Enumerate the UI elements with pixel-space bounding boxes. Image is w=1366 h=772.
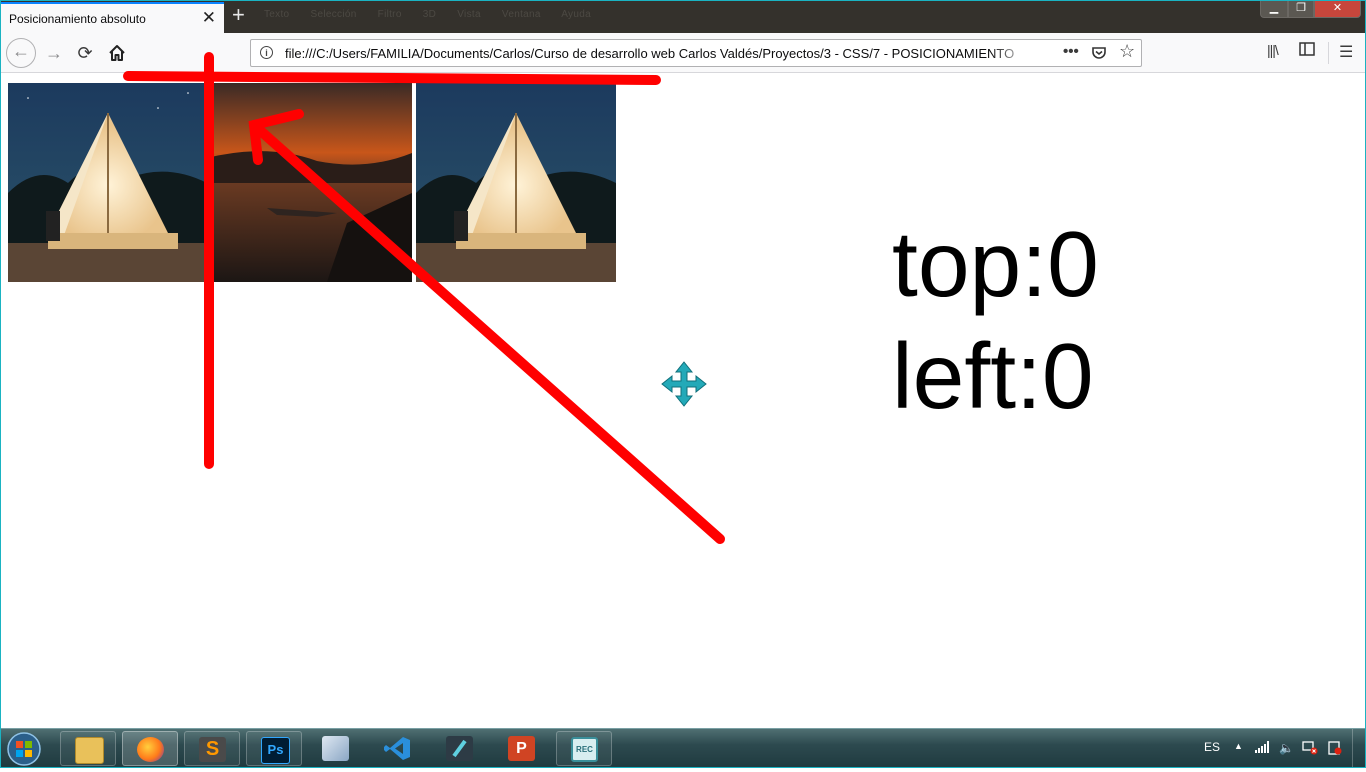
filmora-icon bbox=[446, 736, 473, 761]
taskbar-filmora[interactable] bbox=[432, 731, 488, 766]
library-icon[interactable]: |||\ bbox=[1267, 42, 1279, 58]
star-icon[interactable]: ☆ bbox=[1119, 41, 1135, 62]
menu-item: Vista bbox=[457, 9, 481, 20]
taskbar-file-explorer[interactable] bbox=[60, 731, 116, 766]
new-tab-icon[interactable]: + bbox=[232, 3, 245, 27]
network-error-icon[interactable] bbox=[1302, 741, 1318, 758]
close-window-button[interactable]: ✕ bbox=[1314, 0, 1361, 18]
menu-item: Filtro bbox=[377, 9, 402, 20]
background-app-menu: Texto Selección Filtro 3D Vista Ventana … bbox=[264, 9, 609, 20]
powerpoint-icon: P bbox=[508, 736, 535, 761]
close-tab-icon[interactable]: ✕ bbox=[202, 9, 216, 26]
sublime-icon: S bbox=[199, 737, 226, 762]
tab-strip: Posicionamiento absoluto ✕ + Texto Selec… bbox=[0, 0, 1366, 33]
hamburger-icon[interactable]: ☰ bbox=[1339, 42, 1353, 62]
menu-item: 3D bbox=[422, 9, 437, 20]
info-icon[interactable]: i bbox=[260, 46, 273, 59]
home-icon[interactable] bbox=[103, 39, 131, 67]
show-hidden-icons-icon[interactable]: ▲ bbox=[1234, 741, 1243, 751]
menu-item: Ventana bbox=[501, 9, 541, 20]
move-cursor-icon bbox=[660, 360, 708, 413]
vscode-icon bbox=[384, 736, 411, 761]
tent-photo bbox=[8, 83, 207, 282]
signal-icon[interactable] bbox=[1255, 741, 1269, 756]
reload-icon[interactable]: ⟳ bbox=[71, 39, 99, 67]
show-desktop-button[interactable] bbox=[1352, 729, 1366, 769]
photoshop-icon: Ps bbox=[261, 737, 290, 764]
tent-photo bbox=[416, 83, 616, 282]
sidebar-icon[interactable] bbox=[1299, 42, 1315, 60]
sunset-photo bbox=[207, 83, 412, 282]
minimize-button[interactable]: ▁ bbox=[1260, 0, 1288, 18]
taskbar-vscode[interactable] bbox=[370, 731, 426, 766]
menu-item: Selección bbox=[310, 9, 357, 20]
recorder-icon: REC bbox=[571, 737, 598, 762]
menu-item: Texto bbox=[264, 9, 290, 20]
language-indicator[interactable]: ES bbox=[1204, 740, 1220, 754]
taskbar-powerpoint[interactable]: P bbox=[494, 731, 550, 766]
url-text[interactable]: file:///C:/Users/FAMILIA/Documents/Carlo… bbox=[285, 46, 1029, 61]
url-bar[interactable]: i file:///C:/Users/FAMILIA/Documents/Car… bbox=[250, 39, 1142, 67]
taskbar-photoshop[interactable]: Ps bbox=[246, 731, 302, 766]
start-button[interactable] bbox=[4, 731, 44, 767]
heading-top: top:0 bbox=[892, 212, 1099, 316]
action-center-icon[interactable] bbox=[1326, 741, 1342, 758]
taskbar-virtualbox[interactable] bbox=[308, 731, 364, 766]
url-fade bbox=[991, 42, 1031, 64]
page-content: top:0 left:0 bbox=[2, 74, 1364, 728]
firefox-icon bbox=[137, 737, 164, 762]
pocket-icon[interactable] bbox=[1091, 43, 1107, 65]
cube-icon bbox=[322, 736, 349, 761]
tab-title: Posicionamiento absoluto bbox=[9, 12, 146, 26]
taskbar-recorder[interactable]: REC bbox=[556, 731, 612, 766]
tab-posicionamiento[interactable]: Posicionamiento absoluto ✕ bbox=[1, 2, 224, 33]
toolbar-separator bbox=[1328, 42, 1329, 64]
taskbar: S Ps P REC ES ▲ 🔈 bbox=[0, 728, 1366, 769]
more-icon[interactable]: ••• bbox=[1063, 43, 1079, 60]
volume-icon[interactable]: 🔈 bbox=[1279, 741, 1294, 755]
taskbar-firefox[interactable] bbox=[122, 731, 178, 766]
menu-item: Ayuda bbox=[561, 9, 591, 20]
folder-icon bbox=[75, 737, 104, 764]
back-arrow-icon[interactable]: ← bbox=[6, 38, 36, 68]
restore-button[interactable]: ❐ bbox=[1288, 0, 1314, 18]
taskbar-sublime[interactable]: S bbox=[184, 731, 240, 766]
navigation-toolbar: ← → ⟳ i file:///C:/Users/FAMILIA/Documen… bbox=[0, 33, 1366, 73]
forward-arrow-icon[interactable]: → bbox=[40, 39, 68, 67]
heading-left: left:0 bbox=[892, 324, 1094, 428]
